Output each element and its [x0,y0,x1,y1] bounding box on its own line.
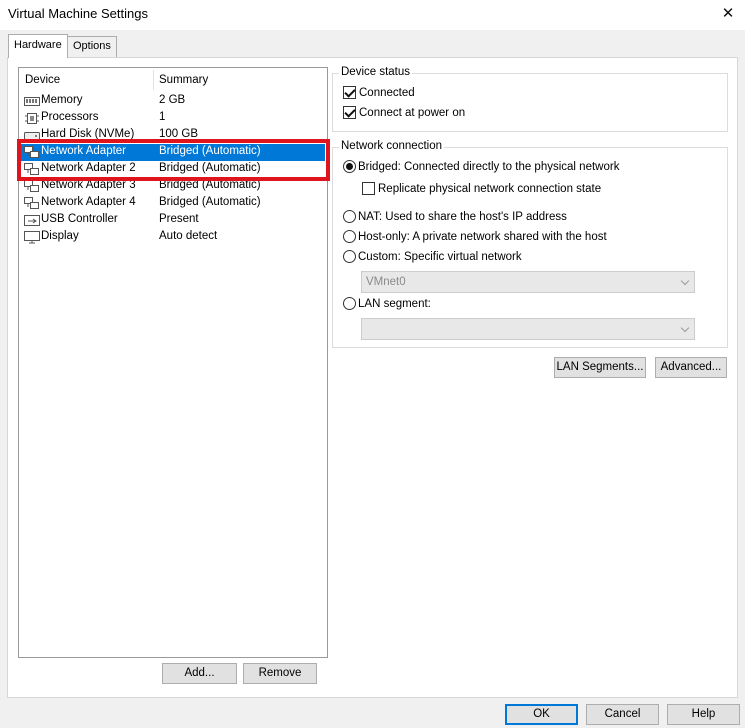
processor-icon [24,112,40,125]
column-separator[interactable] [153,70,154,90]
custom-radio[interactable]: Custom: Specific virtual network [343,250,522,263]
bridged-radio[interactable]: Bridged: Connected directly to the physi… [343,160,619,173]
device-name: USB Controller [41,213,118,225]
ok-button[interactable]: OK [505,704,578,725]
connected-label: Connected [359,86,415,99]
custom-network-select[interactable]: VMnet0 [361,271,695,293]
display-icon [24,231,40,244]
device-rows: Memory 2 GB Processors 1 Hard Disk (NVMe) 100… [21,93,325,246]
device-summary: Bridged (Automatic) [159,179,261,191]
device-row[interactable]: USB Controller Present [21,212,325,229]
device-name: Memory [41,94,83,106]
host-only-radio[interactable]: Host-only: A private network shared with… [343,230,607,243]
connected-checkbox[interactable]: Connected [343,86,415,99]
tab-hardware[interactable]: Hardware [8,34,68,58]
lan-segment-select[interactable] [361,318,695,340]
device-row[interactable]: Hard Disk (NVMe) 100 GB [21,127,325,144]
device-summary: Bridged (Automatic) [159,145,261,157]
replicate-state-checkbox[interactable]: Replicate physical network connection st… [362,182,601,195]
hard-disk-icon [24,129,40,142]
connected-checkbox-box[interactable] [343,86,356,99]
memory-icon [24,95,40,108]
connect-at-power-on-checkbox[interactable]: Connect at power on [343,106,465,119]
tab-options[interactable]: Options [67,36,117,57]
device-status-group: Device status Connected Connect at power… [332,66,728,132]
device-summary: Present [159,213,199,225]
device-summary: 100 GB [159,128,198,140]
lan-segment-radio-button[interactable] [343,297,356,310]
device-row[interactable]: Memory 2 GB [21,93,325,110]
network-adapter-icon [24,146,40,159]
custom-label: Custom: Specific virtual network [358,250,522,263]
device-row[interactable]: Display Auto detect [21,229,325,246]
cancel-button[interactable]: Cancel [586,704,659,725]
close-icon[interactable]: ✕ [711,0,745,28]
device-summary: Bridged (Automatic) [159,162,261,174]
window-title: Virtual Machine Settings [8,6,148,21]
remove-button[interactable]: Remove [243,663,317,684]
lan-segments-button[interactable]: LAN Segments... [554,357,646,378]
device-name: Network Adapter 2 [41,162,136,174]
device-row[interactable]: Network Adapter 4 Bridged (Automatic) [21,195,325,212]
bridged-label: Bridged: Connected directly to the physi… [358,160,620,173]
device-row[interactable]: Network Adapter Bridged (Automatic) [21,144,325,161]
network-adapter-icon [24,163,40,176]
power-on-checkbox-box[interactable] [343,106,356,119]
column-header-summary[interactable]: Summary [159,74,208,86]
network-connection-title: Network connection [339,140,444,152]
device-summary: Auto detect [159,230,218,242]
device-name: Hard Disk (NVMe) [41,128,135,140]
replicate-checkbox-box[interactable] [362,182,375,195]
device-row[interactable]: Network Adapter 2 Bridged (Automatic) [21,161,325,178]
device-list-header: Device Summary [19,68,327,92]
nat-radio[interactable]: NAT: Used to share the host's IP address [343,210,567,223]
network-adapter-icon [24,197,40,210]
column-header-device[interactable]: Device [25,74,60,86]
chevron-down-icon [680,323,690,333]
lan-segment-label: LAN segment: [358,297,431,310]
title-bar: Virtual Machine Settings ✕ [0,0,745,30]
advanced-button[interactable]: Advanced... [655,357,727,378]
device-status-title: Device status [339,66,413,78]
custom-radio-button[interactable] [343,250,356,263]
device-name: Network Adapter 4 [41,196,136,208]
device-name: Display [41,230,79,242]
device-name: Network Adapter 3 [41,179,136,191]
device-row[interactable]: Processors 1 [21,110,325,127]
network-connection-group: Network connection Bridged: Connected di… [332,140,728,348]
device-name: Network Adapter [41,145,127,157]
nat-radio-button[interactable] [343,210,356,223]
network-adapter-icon [24,180,40,193]
device-summary: Bridged (Automatic) [159,196,261,208]
connect-at-power-on-label: Connect at power on [359,106,466,119]
device-name: Processors [41,111,99,123]
host-only-label: Host-only: A private network shared with… [358,230,607,243]
replicate-label: Replicate physical network connection st… [378,182,602,195]
device-row[interactable]: Network Adapter 3 Bridged (Automatic) [21,178,325,195]
device-list[interactable]: Device Summary Memory 2 GB Processors 1 Hard… [18,67,328,658]
lan-segment-radio[interactable]: LAN segment: [343,297,431,310]
add-button[interactable]: Add... [162,663,237,684]
device-summary: 1 [159,111,166,123]
help-button[interactable]: Help [667,704,740,725]
nat-label: NAT: Used to share the host's IP address [358,210,567,223]
host-only-radio-button[interactable] [343,230,356,243]
bridged-radio-button[interactable] [343,160,356,173]
usb-icon [24,214,40,227]
device-summary: 2 GB [159,94,186,106]
custom-network-value: VMnet0 [366,276,406,288]
chevron-down-icon [680,276,690,286]
